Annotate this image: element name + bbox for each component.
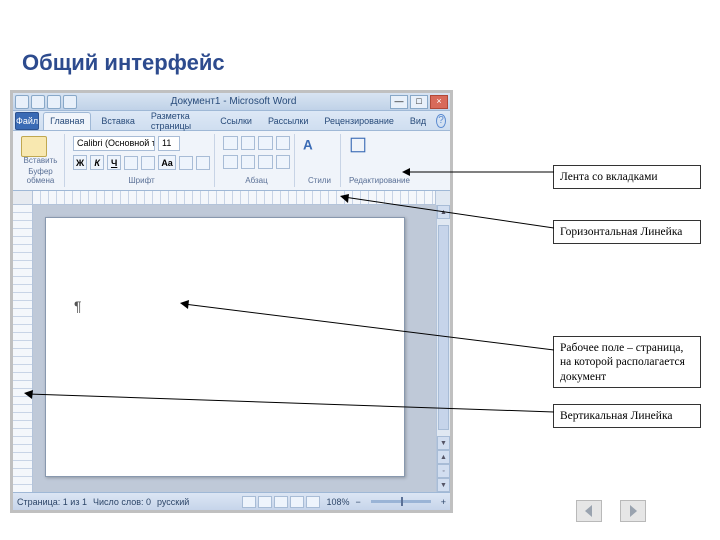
- scroll-down-button[interactable]: ▼: [437, 436, 450, 450]
- window-controls: — □ ×: [390, 95, 448, 109]
- italic-button[interactable]: К: [90, 155, 104, 170]
- highlight-icon[interactable]: [179, 156, 193, 170]
- text-effect-icon[interactable]: Aa: [158, 155, 176, 170]
- ruler-horizontal[interactable]: [33, 191, 450, 205]
- align-center-icon[interactable]: [241, 155, 256, 169]
- group-clipboard: Вставить Буфер обмена: [17, 134, 65, 187]
- font-color-icon[interactable]: [196, 156, 210, 170]
- zoom-slider[interactable]: [371, 500, 431, 503]
- zoom-out-button[interactable]: −: [355, 497, 360, 507]
- bold-button[interactable]: Ж: [73, 155, 87, 170]
- prev-slide-button[interactable]: [576, 500, 602, 522]
- find-icon[interactable]: [349, 136, 367, 154]
- redo-icon[interactable]: [63, 95, 77, 109]
- page[interactable]: ¶: [45, 217, 405, 477]
- tab-view[interactable]: Вид: [404, 112, 432, 130]
- callout-ribbon: Лента со вкладками: [553, 165, 701, 189]
- view-full-screen-icon[interactable]: [258, 496, 272, 508]
- tab-home[interactable]: Главная: [43, 112, 91, 130]
- word-window: Документ1 - Microsoft Word — □ × Файл Гл…: [10, 90, 453, 513]
- chevron-right-icon: [626, 504, 640, 518]
- tab-review[interactable]: Рецензирование: [318, 112, 400, 130]
- callout-ruler-horizontal: Горизонтальная Линейка: [553, 220, 701, 244]
- paste-label: Вставить: [21, 157, 60, 165]
- underline-button[interactable]: Ч: [107, 155, 121, 170]
- scroll-thumb[interactable]: [438, 225, 448, 430]
- file-tab[interactable]: Файл: [15, 112, 39, 130]
- group-label-font: Шрифт: [73, 176, 210, 185]
- group-label-styles: Стили: [303, 176, 336, 185]
- browse-object-button[interactable]: ◦: [437, 464, 450, 478]
- quick-access-toolbar: [15, 95, 77, 109]
- group-paragraph: Абзац: [219, 134, 295, 187]
- tab-mailings[interactable]: Рассылки: [262, 112, 314, 130]
- titlebar: Документ1 - Microsoft Word — □ ×: [13, 93, 450, 111]
- sub-super-icon[interactable]: [141, 156, 155, 170]
- multilevel-icon[interactable]: [258, 136, 273, 150]
- window-title: Документ1 - Microsoft Word: [77, 96, 390, 107]
- view-outline-icon[interactable]: [290, 496, 304, 508]
- slide-title: Общий интерфейс: [22, 50, 225, 76]
- numbering-icon[interactable]: [241, 136, 256, 150]
- bullets-icon[interactable]: [223, 136, 238, 150]
- status-words: Число слов: 0: [93, 497, 151, 507]
- minimize-button[interactable]: —: [390, 95, 408, 109]
- ribbon: Вставить Буфер обмена Calibri (Основной …: [13, 131, 450, 191]
- scroll-up-button[interactable]: ▲: [437, 205, 450, 219]
- callout-ruler-vertical: Вертикальная Линейка: [553, 404, 701, 428]
- strikethrough-icon[interactable]: [124, 156, 138, 170]
- tab-page-layout[interactable]: Разметка страницы: [145, 112, 210, 130]
- pilcrow-mark: ¶: [74, 298, 82, 314]
- next-page-button[interactable]: ▼: [437, 478, 450, 492]
- scrollbar-vertical[interactable]: ▲ ▼ ▲ ◦ ▼: [436, 205, 450, 492]
- group-editing: Редактирование: [345, 134, 409, 187]
- close-button[interactable]: ×: [430, 95, 448, 109]
- justify-icon[interactable]: [276, 155, 291, 169]
- tab-insert[interactable]: Вставка: [95, 112, 140, 130]
- zoom-level[interactable]: 108%: [326, 497, 349, 507]
- next-slide-button[interactable]: [620, 500, 646, 522]
- align-right-icon[interactable]: [258, 155, 273, 169]
- ruler-row: [13, 191, 450, 205]
- help-icon[interactable]: ?: [436, 114, 446, 128]
- word-app-icon: [15, 95, 29, 109]
- undo-icon[interactable]: [47, 95, 61, 109]
- group-font: Calibri (Основной текст) 11 Ж К Ч Aa Шри…: [69, 134, 215, 187]
- styles-icon[interactable]: A: [303, 136, 321, 154]
- save-icon[interactable]: [31, 95, 45, 109]
- paste-icon[interactable]: [21, 136, 47, 157]
- statusbar: Страница: 1 из 1 Число слов: 0 русский 1…: [13, 492, 450, 510]
- font-name-select[interactable]: Calibri (Основной текст): [73, 136, 155, 151]
- align-left-icon[interactable]: [223, 155, 238, 169]
- view-print-layout-icon[interactable]: [242, 496, 256, 508]
- group-label-clipboard: Буфер обмена: [21, 167, 60, 185]
- status-language[interactable]: русский: [157, 497, 189, 507]
- chevron-left-icon: [582, 504, 596, 518]
- view-web-layout-icon[interactable]: [274, 496, 288, 508]
- maximize-button[interactable]: □: [410, 95, 428, 109]
- slide-nav: [576, 500, 646, 522]
- ruler-corner: [13, 191, 33, 205]
- prev-page-button[interactable]: ▲: [437, 450, 450, 464]
- group-label-editing: Редактирование: [349, 176, 405, 185]
- ruler-vertical[interactable]: [13, 205, 33, 492]
- view-buttons: [242, 496, 320, 508]
- group-label-paragraph: Абзац: [223, 176, 290, 185]
- font-size-select[interactable]: 11: [158, 136, 180, 151]
- indent-icon[interactable]: [276, 136, 291, 150]
- view-draft-icon[interactable]: [306, 496, 320, 508]
- group-styles: A Стили: [299, 134, 341, 187]
- svg-text:A: A: [303, 138, 313, 153]
- status-page: Страница: 1 из 1: [17, 497, 87, 507]
- ribbon-tabs: Файл Главная Вставка Разметка страницы С…: [13, 111, 450, 131]
- zoom-in-button[interactable]: +: [441, 497, 446, 507]
- callout-workarea: Рабочее поле – страница, на которой расп…: [553, 336, 701, 388]
- document-zone: ¶ ▲ ▼ ▲ ◦ ▼: [13, 205, 450, 492]
- tab-references[interactable]: Ссылки: [214, 112, 258, 130]
- workarea[interactable]: ¶: [33, 205, 436, 492]
